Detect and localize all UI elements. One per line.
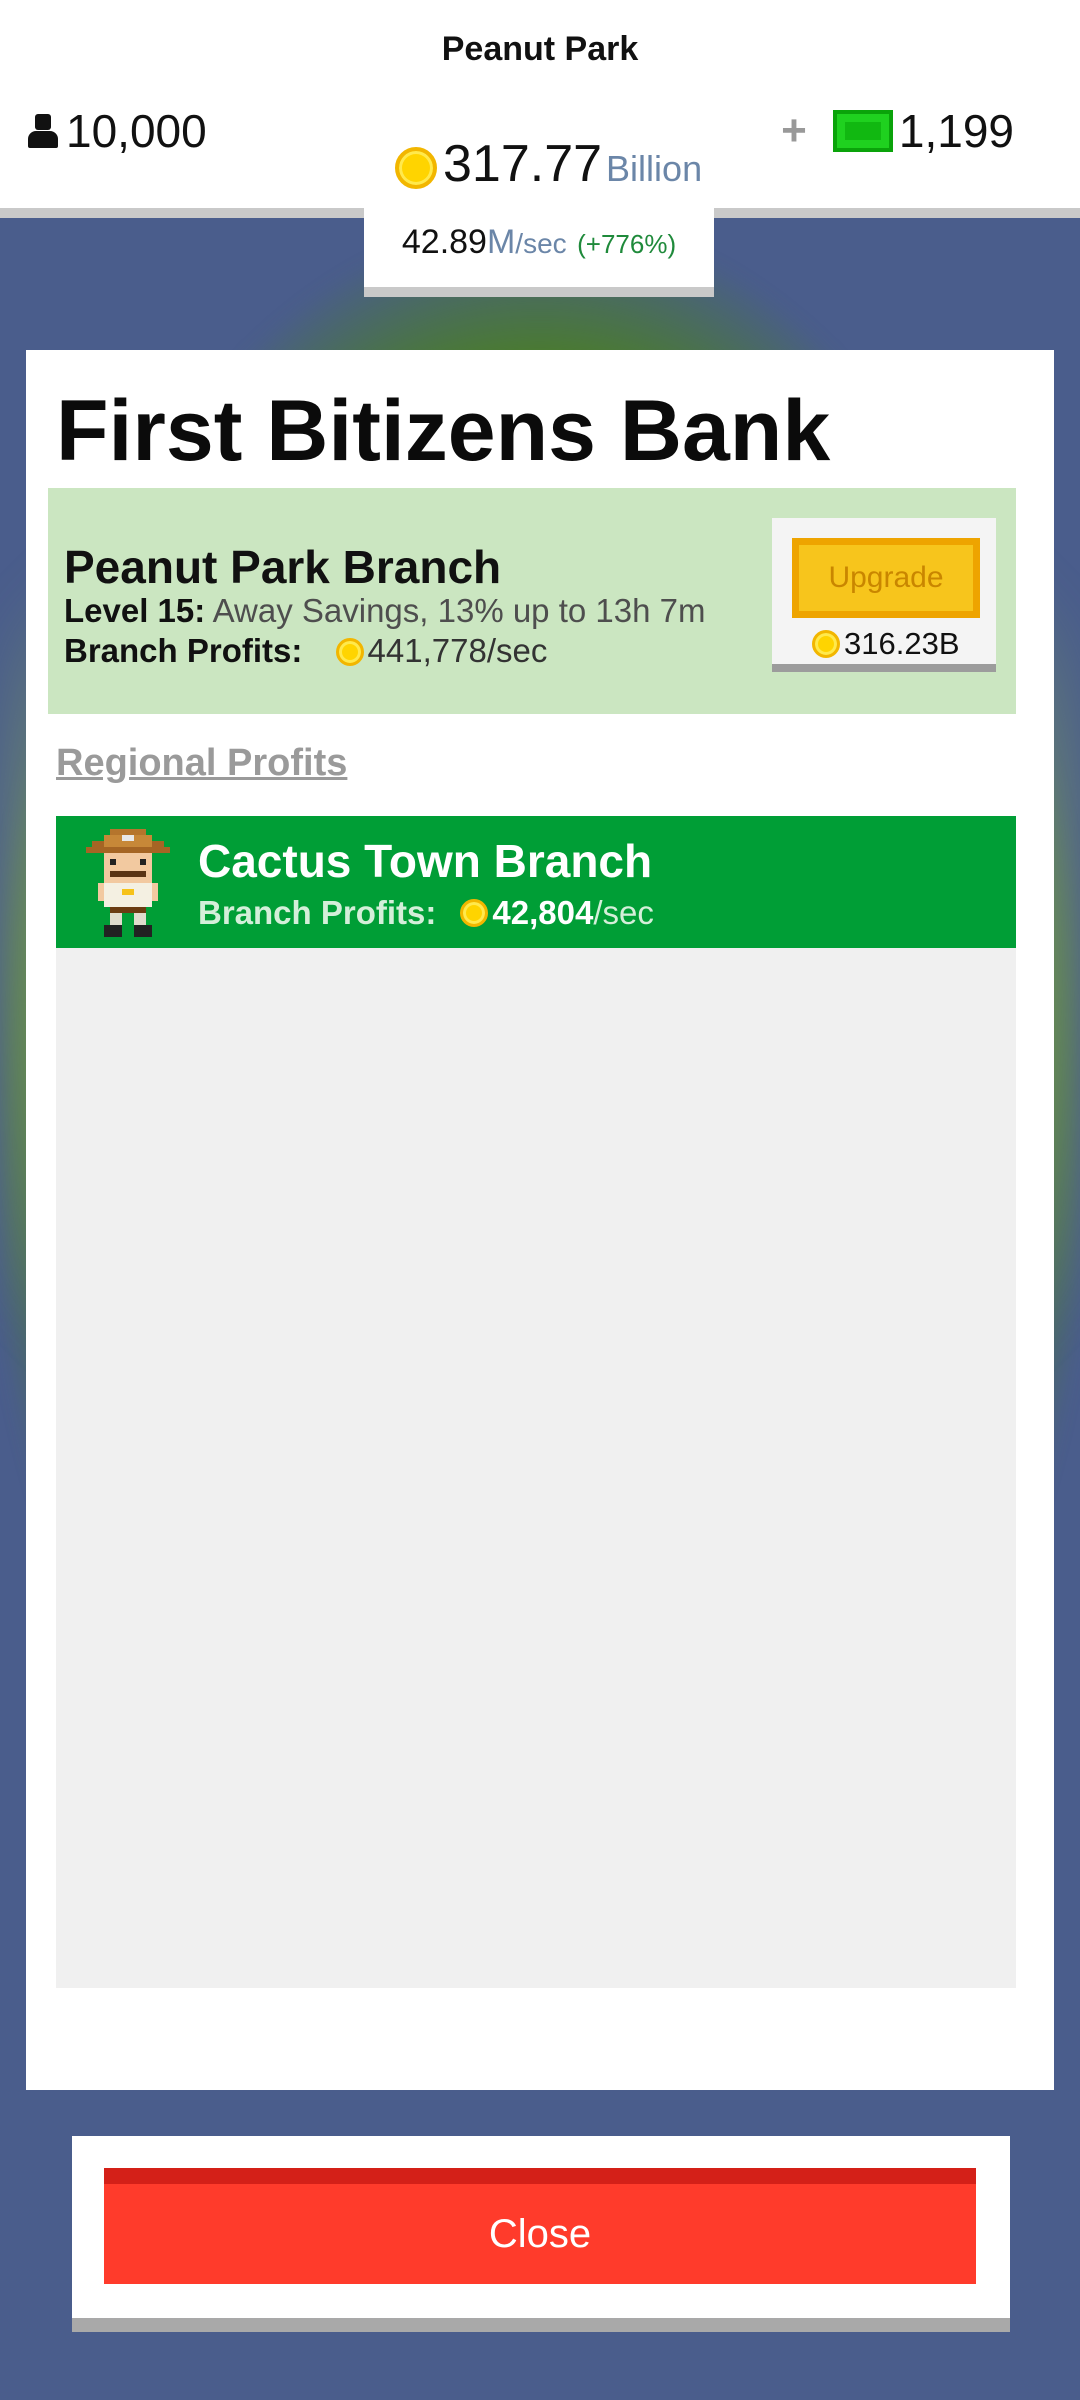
cash-counter[interactable]: + 1,199 [781,104,1014,158]
branch-profits: Branch Profits: 441,778/sec [64,632,547,670]
level-description: Away Savings, 13% up to 13h 7m [212,592,706,629]
upgrade-button[interactable]: Upgrade [792,538,980,618]
profits-suffix: /sec [593,894,654,931]
branch-level: Level 15: Away Savings, 13% up to 13h 7m [64,592,705,630]
coins-unit: Billion [606,148,703,189]
coin-icon [395,147,437,189]
rate-unit-suffix: /sec [515,228,567,259]
profits-label: Branch Profits: [198,894,437,931]
profits-number: 42,804 [492,894,594,931]
upgrade-cost-value: 316.23B [844,626,960,661]
bank-panel: First Bitizens Bank Peanut Park Branch L… [26,350,1054,2090]
rate-change: (+776%) [577,229,677,259]
population-value: 10,000 [66,105,207,157]
rate-unit: M [486,223,516,261]
income-rate: 42.89M/sec (+776%) [364,205,714,297]
coin-icon [335,638,364,666]
branch-name: Peanut Park Branch [64,541,502,593]
profits-value: 42,804/sec [492,894,653,932]
regional-list[interactable]: Cactus Town Branch Branch Profits: 42,80… [56,816,1016,1988]
coins-value: 317.77 [443,135,603,193]
list-item[interactable]: Cactus Town Branch Branch Profits: 42,80… [56,816,1016,948]
rate-value: 42.89 [401,223,487,261]
regional-branch-name: Cactus Town Branch [198,835,653,887]
regional-branch-profits: Branch Profits: 42,804/sec [198,894,654,932]
regional-profits-header: Regional Profits [56,742,348,784]
page-title: First Bitizens Bank [56,383,831,479]
population-counter: 10,000 [26,104,207,158]
coin-icon [460,899,489,927]
current-branch-card: Peanut Park Branch Level 15: Away Saving… [48,488,1016,714]
coins-counter: 317.77 Billion [395,134,702,194]
top-bar: Peanut Park 10,000 317.77 Billion + 1,19… [0,0,1080,218]
profits-value: 441,778/sec [367,632,548,669]
profits-label: Branch Profits: [64,632,303,669]
close-panel: Close [72,2136,1010,2332]
level-label: Level 15: [64,592,206,629]
city-name: Peanut Park [441,30,639,68]
coin-icon [812,630,840,658]
cash-value: 1,199 [898,105,1014,157]
upgrade-panel: Upgrade 316.23B [772,518,996,672]
add-cash-button[interactable]: + [781,106,807,156]
cash-icon [832,110,893,152]
person-icon [26,114,60,148]
sheriff-avatar-icon [86,829,170,937]
upgrade-cost: 316.23B [812,626,960,662]
close-button[interactable]: Close [104,2168,976,2284]
